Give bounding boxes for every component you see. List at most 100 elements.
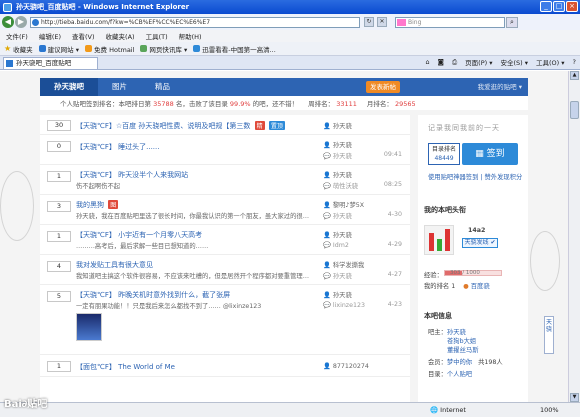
menu-view[interactable]: 查看(V) (72, 31, 95, 41)
menu-bar: 文件(F) 编辑(E) 查看(V) 收藏夹(A) 工具(T) 帮助(H) (0, 30, 580, 42)
ie-icon (3, 2, 12, 12)
thread-snippet: ………高考后，最后求解一些目已想知道的…… (76, 243, 209, 250)
scroll-up-icon[interactable]: ▲ (570, 71, 579, 80)
menu-tools[interactable]: 工具(T) (146, 31, 168, 41)
reply-icon: 💬 (323, 242, 333, 249)
thread-author[interactable]: 👤 孙天骁 (323, 121, 352, 130)
calendar-icon: ▦ (475, 149, 487, 159)
thread-author[interactable]: 👤 科学发撕我 (323, 260, 364, 269)
sign-links[interactable]: 使用贴吧神器签到 | 赞外发现积分 (428, 172, 522, 181)
reply-count: 1 (47, 231, 71, 242)
menu-file[interactable]: 文件(F) (6, 31, 28, 41)
cmd-safety[interactable]: 安全(S) ▾ (500, 57, 528, 67)
menu-help[interactable]: 帮助(H) (179, 31, 202, 41)
rank-number: 35788 (153, 100, 174, 108)
tab-forum[interactable]: 孙天骁吧 (40, 78, 98, 96)
thread-title[interactable]: 【面包℃F】 The World of Me (76, 363, 175, 371)
cmd-page[interactable]: 页面(P) ▾ (465, 57, 492, 67)
favorite-link[interactable]: 免费 Hotmail (85, 44, 134, 54)
sketch-decoration (0, 171, 34, 241)
cmd-help[interactable]: ? (573, 58, 576, 66)
thread-author[interactable]: 👤 孙天骁 (323, 140, 352, 149)
thread-row[interactable]: 1 【面包℃F】 The World of Me 👤 877120274 (40, 355, 410, 377)
forum-nav: 孙天骁吧 图片 精品 发表新帖 我爱逛的贴吧 ▾ (40, 78, 528, 96)
mention[interactable]: @lixinze123 (223, 303, 261, 310)
rank-percent: 99.9% (229, 100, 251, 108)
zoom-level[interactable]: 100% (540, 406, 559, 414)
last-reply-user[interactable]: 💬 萌性沃骁 (323, 181, 358, 190)
search-input[interactable]: Bing (395, 16, 505, 28)
thread-thumbnail[interactable] (76, 313, 102, 341)
favorite-forums-dropdown[interactable]: 我爱逛的贴吧 ▾ (478, 81, 522, 93)
last-reply-user[interactable]: 💬 孙天骁 (323, 271, 352, 280)
scroll-thumb[interactable] (570, 101, 579, 119)
thread-title[interactable]: 【天骁℃F】 小宇近有一个月零八天高考 (76, 231, 202, 239)
thread-title[interactable]: 我的黑狗 (76, 201, 104, 209)
user-icon: 👤 (323, 292, 331, 299)
maximize-button[interactable]: □ (553, 1, 565, 12)
webslice-icon (140, 45, 148, 52)
thread-row[interactable]: 30 【天骁℃F】☆百度 孙天骁吧性费、说明及吧规【第三数 精 置顶 👤 孙天骁 (40, 115, 410, 135)
last-reply-user[interactable]: 💬 lixinze123 (323, 301, 365, 309)
last-reply-user[interactable]: 💬 Idm2 (323, 241, 349, 249)
thread-title[interactable]: 【天骁℃F】 昨晚关机时意外找到什么，截了张屏 (76, 291, 230, 299)
last-reply-user[interactable]: 💬 孙天骁 (323, 211, 352, 220)
scroll-down-icon[interactable]: ▼ (570, 393, 579, 402)
thread-row[interactable]: 0 【天骁℃F】 睡过头了...... 👤 孙天骁 💬 孙天骁 09:41 (40, 135, 410, 165)
level-number: 14a2 (468, 227, 486, 234)
thread-author[interactable]: 👤 孙天骁 (323, 170, 352, 179)
thread-row[interactable]: 4 我对发贴工具有很大意见 我知道吧主搞这个软件很容易，不应该来吐槽的，但是居然… (40, 255, 410, 285)
url-input[interactable]: http://tieba.baidu.com/f?kw=%CB%EF%CC%EC… (30, 16, 360, 28)
thread-author[interactable]: 👤 孙天骁 (323, 290, 352, 299)
featured-badge: 精 (254, 121, 265, 130)
favorites-button[interactable]: ★ 收藏夹 (4, 44, 33, 54)
tab-featured[interactable]: 精品 (141, 78, 184, 96)
forward-icon[interactable]: ▶ (15, 16, 27, 28)
tab-tieba[interactable]: 孙天骁吧_百度贴吧 (3, 56, 98, 69)
sign-in-button[interactable]: ▦ 签到 (462, 143, 518, 165)
favorite-link[interactable]: 迅雷看看-中国第一高清... (193, 44, 276, 54)
cmd-tools[interactable]: 工具(O) ▾ (536, 57, 565, 67)
reply-count: 1 (47, 361, 71, 372)
back-icon[interactable]: ◀ (2, 16, 14, 28)
vertical-scrollbar[interactable]: ▲ ▼ (568, 71, 580, 402)
tab-images[interactable]: 图片 (98, 78, 141, 96)
security-zone: 🌐 Internet (430, 406, 466, 414)
user-icon: 👤 (323, 142, 331, 149)
admin-link[interactable]: 董擢丝马斯 (447, 345, 478, 354)
thread-title[interactable]: 【天骁℃F】☆百度 孙天骁吧性费、说明及吧规【第三数 (76, 122, 250, 130)
refresh-icon[interactable]: ↻ (364, 17, 374, 27)
thread-row[interactable]: 1 【天骁℃F】 小宇近有一个月零八天高考 ………高考后，最后求解一些目已想知道… (40, 225, 410, 255)
feeds-icon[interactable]: ◙ (438, 58, 444, 66)
close-button[interactable]: × (566, 1, 578, 12)
stop-icon[interactable]: ✕ (377, 17, 387, 27)
admin-link[interactable]: 孙天骁 (447, 329, 466, 336)
menu-favorites[interactable]: 收藏夹(A) (106, 31, 135, 41)
forum-sidebar: 记录我同我前的一天 目录排名 48449 ▦ 签到 使用贴吧神器签到 | 赞外发… (418, 115, 528, 402)
thread-author[interactable]: 👤 877120274 (323, 362, 369, 370)
tab-page-icon (6, 59, 13, 67)
thread-title[interactable]: 【天骁℃F】 睡过头了...... (76, 143, 159, 151)
thread-author[interactable]: 👤 黎明♪梦5X (323, 200, 364, 209)
last-reply-time: 08:25 (383, 181, 402, 188)
sign-slogan: 记录我同我前的一天 (428, 124, 500, 132)
thread-title[interactable]: 我对发贴工具有很大意见 (76, 261, 153, 269)
thread-title[interactable]: 【天骁℃F】 昨天没半个人来我网站 (76, 171, 188, 179)
search-icon[interactable]: ⌕ (506, 16, 518, 28)
menu-edit[interactable]: 编辑(E) (39, 31, 61, 41)
minimize-button[interactable]: _ (540, 1, 552, 12)
favorite-link[interactable]: 网页快讯库 ▾ (140, 44, 187, 54)
thread-row[interactable]: 1 【天骁℃F】 昨天没半个人来我网站 伤不起啊伤不起 👤 孙天骁 💬 萌性沃骁 … (40, 165, 410, 195)
last-reply-user[interactable]: 💬 孙天骁 (323, 151, 352, 160)
thread-row[interactable]: 5 【天骁℃F】 昨晚关机时意外找到什么，截了张屏 一定有朋果功能！！只是我后来… (40, 285, 410, 355)
url-text: http://tieba.baidu.com/f?kw=%CB%EF%CC%EC… (41, 18, 211, 26)
follow-button[interactable]: 天骁发线 ✔ (462, 238, 498, 248)
admin-link[interactable]: 苍狗b大姐 (447, 336, 476, 345)
thread-author[interactable]: 👤 孙天骁 (323, 230, 352, 239)
print-icon[interactable]: ⎙ (452, 58, 457, 67)
home-icon[interactable]: ⌂ (426, 58, 430, 66)
thread-row[interactable]: 3 我的黑狗 图 孙天骁，我在百度贴吧里选了很长时间，你最我认识的第一个朋友，虽… (40, 195, 410, 225)
favorite-link[interactable]: 建议网站 ▾ (38, 44, 79, 54)
side-floating-tag[interactable]: 天骁 (544, 316, 554, 354)
new-post-button[interactable]: 发表新帖 (366, 81, 400, 93)
